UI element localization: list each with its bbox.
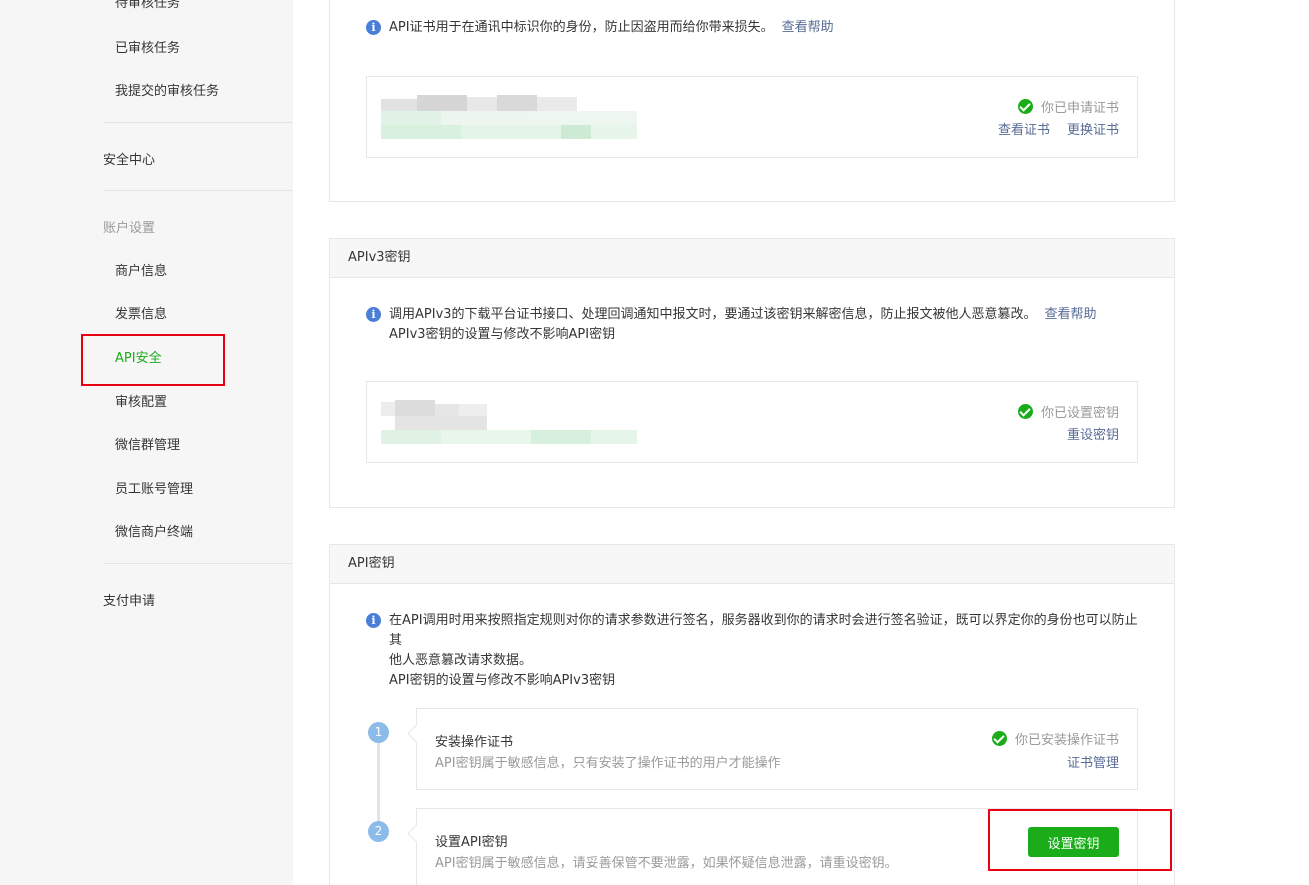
blurred-key-info <box>381 400 637 444</box>
step-connector <box>377 742 380 832</box>
check-circle-icon <box>1017 404 1033 419</box>
cert-info-text: API证书用于在通讯中标识你的身份，防止因盗用而给你带来损失。 <box>389 20 774 35</box>
sidebar-divider <box>103 122 293 123</box>
step-desc: API密钥属于敏感信息，请妥善保管不要泄露，如果怀疑信息泄露，请重设密钥。 <box>435 856 898 871</box>
api-key-panel-title: API密钥 <box>330 545 1174 584</box>
cert-status: 你已申请证书 <box>1017 97 1119 116</box>
apiv3-status: 你已设置密钥 <box>1017 402 1119 421</box>
highlight-annotation <box>988 809 1172 871</box>
sidebar-item-pending-tasks[interactable]: 待审核任务 <box>115 0 180 11</box>
step-number-2: 2 <box>368 821 389 842</box>
apiv3-info-note: APIv3密钥的设置与修改不影响API密钥 <box>389 327 616 342</box>
highlight-annotation <box>81 334 225 386</box>
sidebar-item-security-center[interactable]: 安全中心 <box>103 149 155 168</box>
info-icon: i <box>366 613 381 628</box>
apiv3-key-panel: APIv3密钥 i 调用APIv3的下载平台证书接口、处理回调通知中报文时，要通… <box>329 238 1175 508</box>
sidebar-item-merchant-terminal[interactable]: 微信商户终端 <box>115 521 193 540</box>
api-key-info-text-line1: 在API调用时用来按照指定规则对你的请求参数进行签名，服务器收到你的请求时会进行… <box>389 613 1138 648</box>
check-circle-icon <box>991 731 1007 746</box>
reset-key-link[interactable]: 重设密钥 <box>1067 424 1119 443</box>
api-key-info-row: i 在API调用时用来按照指定规则对你的请求参数进行签名，服务器收到你的请求时会… <box>366 611 1139 691</box>
sidebar-item-staff-accounts[interactable]: 员工账号管理 <box>115 478 193 497</box>
sidebar-item-wechat-group[interactable]: 微信群管理 <box>115 434 180 453</box>
step-install-cert: 安装操作证书 API密钥属于敏感信息，只有安装了操作证书的用户才能操作 你已安装… <box>416 708 1138 790</box>
apiv3-panel-title: APIv3密钥 <box>330 239 1174 278</box>
sidebar-item-reviewed-tasks[interactable]: 已审核任务 <box>115 37 180 56</box>
info-icon: i <box>366 307 381 322</box>
step-desc: API密钥属于敏感信息，只有安装了操作证书的用户才能操作 <box>435 756 781 771</box>
apiv3-help-link[interactable]: 查看帮助 <box>1045 307 1097 322</box>
cert-info-row: i API证书用于在通讯中标识你的身份，防止因盗用而给你带来损失。 查看帮助 <box>366 18 834 38</box>
api-key-info-text-line2: 他人恶意篡改请求数据。 <box>389 653 533 668</box>
cert-status-box: 你已申请证书 查看证书 更换证书 <box>366 76 1138 158</box>
sidebar-item-invoice-info[interactable]: 发票信息 <box>115 303 167 322</box>
step-title: 安装操作证书 <box>435 735 514 750</box>
check-circle-icon <box>1017 99 1033 114</box>
step-title: 设置API密钥 <box>435 835 508 850</box>
apiv3-status-box: 你已设置密钥 重设密钥 <box>366 381 1138 463</box>
install-actions: 证书管理 <box>1067 752 1119 771</box>
sidebar-item-merchant-info[interactable]: 商户信息 <box>115 260 167 279</box>
cert-manage-link[interactable]: 证书管理 <box>1067 752 1119 771</box>
view-cert-link[interactable]: 查看证书 <box>998 119 1050 138</box>
install-status: 你已安装操作证书 <box>991 729 1119 748</box>
api-key-info-note: API密钥的设置与修改不影响APIv3密钥 <box>389 673 616 688</box>
sidebar-item-my-submitted-tasks[interactable]: 我提交的审核任务 <box>115 80 219 99</box>
sidebar-item-pay-apply[interactable]: 支付申请 <box>103 590 155 609</box>
sidebar: 待审核任务 已审核任务 我提交的审核任务 安全中心 账户设置 商户信息 发票信息… <box>0 0 293 885</box>
sidebar-divider <box>103 563 293 564</box>
cert-help-link[interactable]: 查看帮助 <box>782 20 834 35</box>
info-icon: i <box>366 20 381 35</box>
sidebar-item-review-config[interactable]: 审核配置 <box>115 391 167 410</box>
cert-actions: 查看证书 更换证书 <box>998 119 1119 138</box>
apiv3-actions: 重设密钥 <box>1067 424 1119 443</box>
replace-cert-link[interactable]: 更换证书 <box>1067 119 1119 138</box>
sidebar-divider <box>103 190 293 191</box>
sidebar-group-account-settings: 账户设置 <box>103 221 156 236</box>
apiv3-info-row: i 调用APIv3的下载平台证书接口、处理回调通知中报文时，要通过该密钥来解密信… <box>366 305 1097 345</box>
blurred-cert-info <box>381 95 637 139</box>
apiv3-info-text: 调用APIv3的下载平台证书接口、处理回调通知中报文时，要通过该密钥来解密信息，… <box>389 307 1037 322</box>
step-number-1: 1 <box>368 722 389 743</box>
api-cert-panel: i API证书用于在通讯中标识你的身份，防止因盗用而给你带来损失。 查看帮助 你已… <box>329 0 1175 202</box>
